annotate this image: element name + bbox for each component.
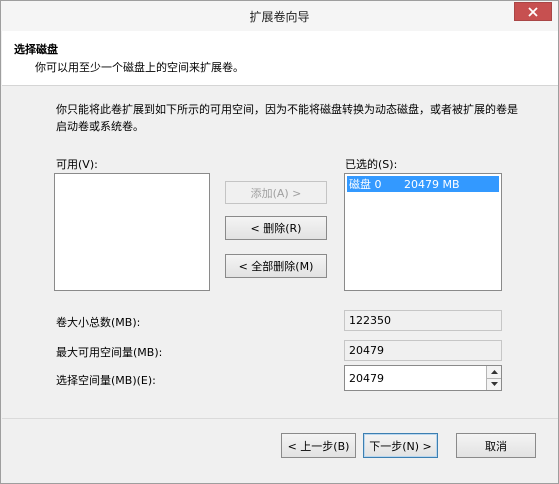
total-size-value: 122350 <box>344 310 502 331</box>
title-bar: 扩展卷向导 <box>1 1 558 31</box>
selected-list[interactable]: 磁盘 0 20479 MB <box>344 173 502 291</box>
list-item[interactable]: 磁盘 0 20479 MB <box>347 176 499 192</box>
header-title: 选择磁盘 <box>14 43 58 56</box>
header-subtitle: 你可以用至少一个磁盘上的空间来扩展卷。 <box>35 61 244 74</box>
select-space-input[interactable] <box>345 368 479 388</box>
max-space-label: 最大可用空间量(MB): <box>56 346 163 359</box>
close-icon <box>528 6 538 17</box>
remove-all-button[interactable]: < 全部删除(M) <box>225 254 327 278</box>
description-text: 你只能将此卷扩展到如下所示的可用空间，因为不能将磁盘转换为动态磁盘，或者被扩展的… <box>56 103 518 133</box>
extend-volume-wizard: 扩展卷向导 选择磁盘 你可以用至少一个磁盘上的空间来扩展卷。 你只能将此卷扩展到… <box>0 0 559 484</box>
add-button[interactable]: 添加(A) > <box>225 181 327 204</box>
spin-up-button[interactable] <box>486 366 501 378</box>
back-button[interactable]: < 上一步(B) <box>281 433 356 458</box>
arrow-up-icon <box>490 369 498 374</box>
max-space-value: 20479 <box>344 340 502 361</box>
available-label: 可用(V): <box>56 158 98 171</box>
spin-down-button[interactable] <box>486 377 501 390</box>
footer-divider <box>2 418 558 419</box>
cancel-button[interactable]: 取消 <box>456 433 536 458</box>
close-button[interactable] <box>514 2 552 21</box>
next-button[interactable]: 下一步(N) > <box>363 433 438 458</box>
remove-button[interactable]: < 删除(R) <box>225 216 327 240</box>
select-space-stepper <box>344 365 502 391</box>
total-size-label: 卷大小总数(MB): <box>56 316 141 329</box>
disk-size: 20479 MB <box>404 177 460 191</box>
arrow-down-icon <box>490 382 498 387</box>
disk-name: 磁盘 0 <box>349 178 382 191</box>
spin-buttons <box>486 366 501 390</box>
available-list[interactable] <box>54 173 210 291</box>
wizard-header: 选择磁盘 你可以用至少一个磁盘上的空间来扩展卷。 <box>2 31 558 86</box>
selected-label: 已选的(S): <box>345 158 398 171</box>
window-title: 扩展卷向导 <box>249 9 310 24</box>
select-space-label: 选择空间量(MB)(E): <box>56 374 156 387</box>
